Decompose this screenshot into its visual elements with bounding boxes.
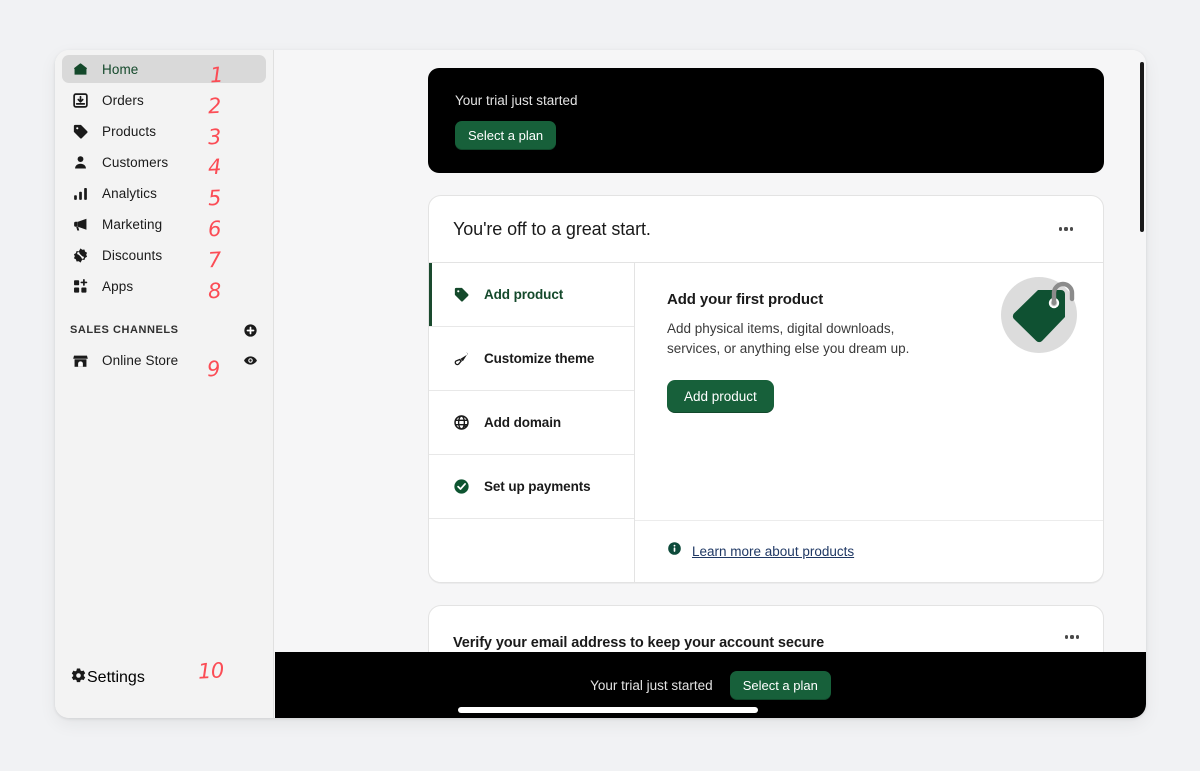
paintbrush-icon <box>451 349 471 369</box>
sidebar-item-discounts[interactable]: Discounts <box>62 241 266 269</box>
kebab-menu-icon[interactable] <box>1059 624 1085 650</box>
main-content: Your trial just started Select a plan Yo… <box>275 50 1146 718</box>
page-title: You're off to a great start. <box>453 218 651 239</box>
plus-circle-icon[interactable] <box>242 322 258 338</box>
setup-step-label: Add domain <box>484 415 561 430</box>
detail-divider <box>635 520 1103 521</box>
products-icon <box>70 121 90 141</box>
orders-icon <box>70 90 90 110</box>
tag-icon <box>451 285 471 305</box>
setup-steps-list: Add product Customize theme Add domain S… <box>429 263 635 582</box>
setup-step-label: Set up payments <box>484 479 591 494</box>
kebab-menu-icon[interactable] <box>1053 216 1079 242</box>
sidebar-item-label: Home <box>102 61 139 77</box>
eye-icon[interactable] <box>242 352 258 368</box>
horizontal-scrollbar[interactable] <box>458 707 758 713</box>
bottom-bar-message: Your trial just started <box>590 677 713 693</box>
sidebar: Home Orders Products Customers Analytics… <box>55 50 274 718</box>
product-tag-illustration <box>997 271 1081 355</box>
globe-icon <box>451 413 471 433</box>
sales-channels-title: SALES CHANNELS <box>70 324 179 336</box>
primary-nav: Home Orders Products Customers Analytics… <box>55 50 273 300</box>
sidebar-item-label: Apps <box>102 278 134 294</box>
sidebar-item-home[interactable]: Home <box>62 55 266 83</box>
sidebar-item-label: Products <box>102 123 157 139</box>
setup-step-label: Customize theme <box>484 351 595 366</box>
sidebar-item-orders[interactable]: Orders <box>62 86 266 114</box>
setup-guide-body: Add product Customize theme Add domain S… <box>429 263 1103 582</box>
learn-more-row[interactable]: Learn more about products <box>667 541 854 561</box>
customers-icon <box>70 152 90 172</box>
info-icon <box>667 541 682 561</box>
setup-step-set-up-payments[interactable]: Set up payments <box>429 455 634 519</box>
setup-steps-filler <box>429 519 634 582</box>
sidebar-item-label: Analytics <box>102 185 157 201</box>
setup-guide-header: You're off to a great start. <box>429 196 1103 263</box>
gear-icon <box>70 667 87 689</box>
sidebar-item-apps[interactable]: Apps <box>62 272 266 300</box>
verify-email-title: Verify your email address to keep your a… <box>453 635 825 651</box>
vertical-scrollbar[interactable] <box>1140 62 1144 232</box>
detail-description: Add physical items, digital downloads, s… <box>667 321 910 356</box>
setup-step-add-product[interactable]: Add product <box>429 263 634 327</box>
sidebar-item-label: Settings <box>87 669 145 686</box>
storefront-icon <box>70 350 90 370</box>
sidebar-item-label: Discounts <box>102 247 163 263</box>
add-product-button[interactable]: Add product <box>667 380 774 414</box>
sidebar-item-label: Orders <box>102 92 144 108</box>
trial-banner-message: Your trial just started <box>455 93 578 108</box>
setup-step-label: Add product <box>484 287 564 302</box>
setup-step-detail: Add your first product Add physical item… <box>635 263 1103 582</box>
check-circle-icon <box>451 477 471 497</box>
setup-step-customize-theme[interactable]: Customize theme <box>429 327 634 391</box>
sidebar-item-label: Marketing <box>102 216 163 232</box>
sidebar-item-products[interactable]: Products <box>62 117 266 145</box>
setup-step-add-domain[interactable]: Add domain <box>429 391 634 455</box>
analytics-icon <box>70 183 90 203</box>
sidebar-item-marketing[interactable]: Marketing <box>62 210 266 238</box>
home-icon <box>70 59 90 79</box>
sidebar-item-label: Online Store <box>102 352 179 368</box>
setup-guide-card: You're off to a great start. Add product <box>428 195 1104 583</box>
sales-channels-header: SALES CHANNELS <box>62 317 266 343</box>
learn-more-link[interactable]: Learn more about products <box>692 544 854 559</box>
bottom-trial-bar: Your trial just started Select a plan <box>275 652 1146 718</box>
trial-banner: Your trial just started Select a plan <box>428 68 1104 173</box>
sales-channels-list: Online Store <box>55 346 273 374</box>
sidebar-item-online-store[interactable]: Online Store <box>62 346 266 374</box>
discounts-icon <box>70 245 90 265</box>
app-window: Home Orders Products Customers Analytics… <box>55 50 1146 718</box>
sidebar-item-settings[interactable]: Settings <box>62 664 267 692</box>
apps-icon <box>70 276 90 296</box>
bottom-select-a-plan-button[interactable]: Select a plan <box>729 670 831 700</box>
sidebar-item-label: Customers <box>102 154 169 170</box>
sidebar-item-customers[interactable]: Customers <box>62 148 266 176</box>
sidebar-item-analytics[interactable]: Analytics <box>62 179 266 207</box>
marketing-icon <box>70 214 90 234</box>
select-a-plan-button[interactable]: Select a plan <box>455 121 557 150</box>
